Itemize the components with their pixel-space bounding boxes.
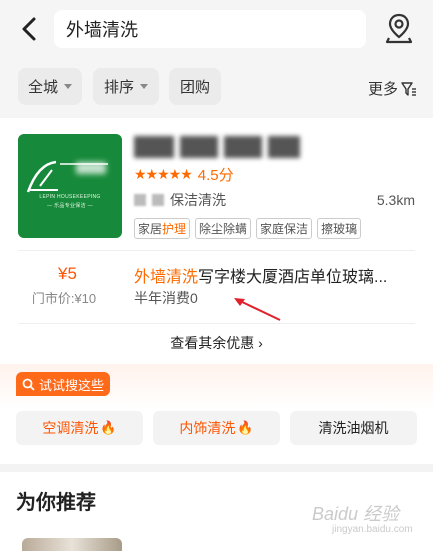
filter-city-label: 全城 — [27, 79, 58, 96]
try-search-label: 试试搜这些 — [38, 377, 104, 393]
shop-rating: ★★★★★ 4.5分 — [134, 164, 234, 185]
logo-blurred-text — [76, 162, 106, 174]
divider — [18, 250, 415, 251]
deal-original-price: 门市价:¥10 — [31, 291, 97, 306]
back-arrow-icon[interactable] — [18, 14, 42, 44]
shop-tag: 除尘除螨 — [195, 218, 252, 239]
more-deals-link[interactable]: 查看其余优惠 › — [0, 333, 433, 353]
logo-brand-text: LEPIN HOUSEKEEPING — [39, 194, 101, 200]
filter-sort-label: 排序 — [103, 79, 134, 96]
try-search-badge: 试试搜这些 — [16, 372, 110, 396]
suggestion-label: 内饰清洗 — [179, 420, 236, 436]
suggestion-chip[interactable]: 内饰清洗 🔥 — [153, 411, 280, 445]
suggestion-chip[interactable]: 空调清洗 🔥 — [16, 411, 143, 445]
map-pin-icon[interactable] — [384, 12, 414, 44]
tag-highlight: 护理 — [162, 222, 187, 236]
divider — [18, 323, 415, 324]
filter-group-label: 团购 — [179, 79, 210, 96]
shop-tag: 家庭保洁 — [256, 218, 313, 239]
rating-score: 4.5分 — [197, 167, 234, 184]
filter-bar: 全城 排序 团购 更多 — [0, 58, 433, 118]
shop-tag: 擦玻璃 — [317, 218, 362, 239]
deal-title-keyword: 外墙清洗 — [134, 269, 199, 286]
fire-icon: 🔥 — [100, 420, 117, 435]
suggestion-chip[interactable]: 清洗油烟机 — [290, 411, 417, 445]
watermark-url: jingyan.baidu.com — [332, 524, 413, 535]
suggestion-label: 清洗油烟机 — [318, 420, 389, 436]
watermark-logo: Baidu 经验 — [312, 504, 400, 524]
try-search-section: 试试搜这些 空调清洗 🔥 内饰清洗 🔥 清洗油烟机 — [0, 364, 433, 464]
deal-title[interactable]: 外墙清洗写字楼大厦酒店单位玻璃... — [134, 263, 419, 287]
logo-mark-icon — [26, 160, 108, 193]
filter-group-buy[interactable]: 团购 — [169, 68, 221, 105]
deal-sales: 半年消费0 — [134, 290, 198, 306]
shop-distance: 5.3km — [376, 192, 415, 208]
search-icon — [22, 378, 35, 391]
suggestion-label: 空调清洗 — [42, 420, 99, 436]
filter-city[interactable]: 全城 — [18, 68, 82, 105]
search-query: 外墙清洗 — [66, 20, 138, 40]
redacted-block — [134, 194, 146, 206]
tag-text: 除尘除螨 — [199, 222, 248, 236]
filter-more-button[interactable]: 更多 — [368, 78, 417, 99]
caret-down-icon — [64, 84, 72, 89]
caret-down-icon — [140, 84, 148, 89]
shop-tag: 家居护理 — [134, 218, 191, 239]
redacted-block — [152, 194, 164, 206]
search-input[interactable]: 外墙清洗 — [54, 10, 366, 48]
filter-more-label: 更多 — [367, 81, 398, 98]
tag-text: 擦玻璃 — [321, 222, 358, 236]
shop-category: 保洁清洗 — [134, 190, 226, 210]
shop-tags: 家居护理 除尘除螨 家庭保洁 擦玻璃 — [134, 218, 362, 239]
logo-sub-text: — 乐品专业保洁 — — [47, 203, 93, 209]
rating-stars-icon: ★★★★★ — [134, 166, 193, 182]
red-arrow-annotation-icon — [234, 298, 281, 321]
tag-text: 家庭保洁 — [260, 222, 309, 236]
filter-sort[interactable]: 排序 — [93, 68, 159, 105]
funnel-icon — [401, 81, 416, 96]
shop-logo: LEPIN HOUSEKEEPING — 乐品专业保洁 — — [18, 134, 122, 238]
shop-result-card[interactable]: LEPIN HOUSEKEEPING — 乐品专业保洁 — ★★★★★ 4.5分… — [0, 118, 433, 364]
recommend-thumbnail[interactable] — [22, 538, 122, 551]
top-bar: 外墙清洗 — [0, 0, 433, 58]
deal-title-rest: 写字楼大厦酒店单位玻璃... — [198, 269, 388, 286]
fire-icon: 🔥 — [237, 420, 254, 435]
deal-price: ¥5 — [58, 264, 77, 283]
shop-name-redacted — [134, 136, 304, 158]
shop-category-label: 保洁清洗 — [170, 192, 226, 208]
tag-text: 家居 — [138, 222, 163, 236]
recommend-title: 为你推荐 — [16, 492, 96, 514]
